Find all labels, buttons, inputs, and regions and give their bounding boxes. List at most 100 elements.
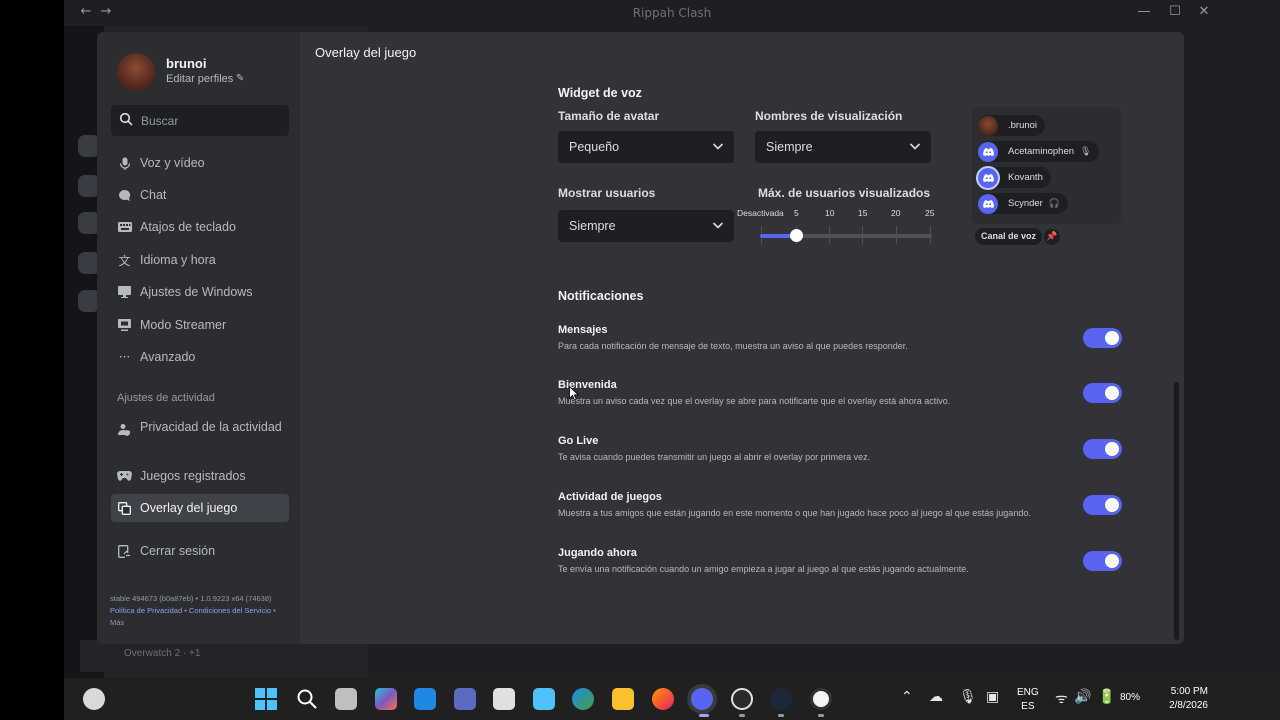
now-playing-toggle[interactable]: [1083, 551, 1122, 571]
slider-thumb[interactable]: [790, 229, 803, 242]
sidebar-item-label: Cerrar sesión: [140, 544, 216, 558]
sidebar-item-windows-settings[interactable]: Ajustes de Windows: [111, 278, 289, 306]
search-input[interactable]: [141, 111, 281, 130]
copilot-icon[interactable]: [375, 688, 397, 710]
user-panel: Overwatch 2 · +1: [80, 640, 368, 672]
sidebar-item-registered-games[interactable]: Juegos registrados: [111, 462, 289, 490]
language-indicator[interactable]: ENG ES: [1017, 686, 1039, 714]
sidebar-item-advanced[interactable]: ··· Avanzado: [111, 343, 289, 371]
edit-profiles-link[interactable]: Editar perfiles: [166, 73, 233, 85]
welcome-toggle[interactable]: [1083, 383, 1122, 403]
overwatch-icon[interactable]: [810, 688, 832, 710]
sidebar-item-streamer-mode[interactable]: Modo Streamer: [111, 311, 289, 339]
avatar-size-select[interactable]: Pequeño: [558, 131, 734, 163]
sidebar-item-label: Voz y vídeo: [140, 156, 205, 170]
search-taskbar-icon[interactable]: [296, 688, 318, 710]
app-icon[interactable]: [414, 688, 436, 710]
voice-widget-title: Widget de voz: [558, 86, 642, 100]
notification-title: Bienvenida: [558, 379, 617, 391]
go-live-toggle[interactable]: [1083, 439, 1122, 459]
notification-desc: Te envía una notificación cuando un amig…: [558, 564, 969, 574]
chevron-down-icon: [712, 222, 724, 229]
mouse-cursor-icon: [569, 386, 579, 401]
activity-settings-header: Ajustes de actividad: [117, 392, 215, 404]
sidebar-item-chat[interactable]: Chat: [111, 181, 289, 209]
volume-icon[interactable]: 🔊: [1074, 689, 1091, 705]
window-title: Rippah Clash: [632, 6, 712, 20]
overlay-icon: [117, 501, 132, 516]
firefox-icon[interactable]: [652, 688, 674, 710]
deafened-headset-icon: 🎧: [1048, 198, 1061, 209]
sidebar-item-label: Overlay del juego: [140, 501, 238, 515]
running-indicator: [739, 714, 745, 717]
pin-icon[interactable]: 📌: [1044, 229, 1060, 245]
sidebar-item-label: Privacidad de la actividad: [140, 420, 282, 434]
chevron-down-icon: [712, 143, 724, 150]
teams-icon[interactable]: [454, 688, 476, 710]
preview-user-row: Kovanth: [978, 167, 1051, 188]
notification-desc: Muestra a tus amigos que están jugando e…: [558, 508, 1031, 518]
select-value: Pequeño: [569, 140, 620, 154]
display-names-select[interactable]: Siempre: [755, 131, 931, 163]
notification-title: Mensajes: [558, 324, 608, 336]
battery-icon[interactable]: 🔋: [1098, 689, 1115, 705]
messages-toggle[interactable]: [1083, 328, 1122, 348]
sidebar-item-game-overlay[interactable]: Overlay del juego: [111, 494, 289, 522]
display-icon[interactable]: ▣: [986, 689, 999, 705]
store-icon[interactable]: [493, 688, 515, 710]
sidebar-item-label: Juegos registrados: [140, 469, 246, 483]
sidebar-item-voice-video[interactable]: Voz y vídeo: [111, 149, 289, 177]
search-box[interactable]: [111, 105, 289, 136]
sidebar-item-language[interactable]: 文 Idioma y hora: [111, 246, 289, 274]
privacy-link[interactable]: Política de Privacidad: [110, 606, 182, 615]
task-view-icon[interactable]: [335, 688, 357, 710]
build-string: stable 494673 (b0a87eb) • 1.0.9223 x64 (…: [110, 594, 272, 603]
microphone-icon: [117, 156, 132, 171]
preview-user-row: .brunoi: [978, 115, 1046, 136]
running-indicator: [778, 714, 784, 717]
steam-icon[interactable]: [770, 688, 792, 710]
chevron-down-icon: [909, 143, 921, 150]
voice-channel-label: Canal de voz: [975, 228, 1043, 245]
logout-icon: [117, 544, 132, 559]
clock[interactable]: 5:00 PM 2/8/2026: [1152, 685, 1208, 713]
weather-icon[interactable]: [83, 688, 105, 710]
file-explorer-icon[interactable]: [612, 688, 634, 710]
running-indicator: [818, 714, 824, 717]
avatar[interactable]: [117, 53, 155, 91]
slider-tick-label: 25: [925, 208, 935, 218]
discord-logo-icon: [978, 193, 998, 214]
sidebar-item-logout[interactable]: Cerrar sesión: [111, 537, 289, 565]
windows-start-icon[interactable]: [255, 688, 277, 710]
discord-logo-icon: [978, 141, 998, 162]
slider-tick-label: 20: [891, 208, 901, 218]
scrollbar[interactable]: [1174, 382, 1179, 640]
left-border: [0, 0, 64, 720]
time: 5:00 PM: [1170, 686, 1208, 697]
close-window-icon[interactable]: ✕: [1194, 4, 1214, 22]
search-icon: [119, 112, 133, 126]
minimize-icon[interactable]: —: [1134, 4, 1154, 22]
discord-taskbar-icon[interactable]: [691, 688, 713, 710]
chevron-up-icon[interactable]: ⌃: [901, 689, 913, 705]
notification-title: Go Live: [558, 435, 599, 447]
preview-user-name: Acetaminophen: [1008, 146, 1075, 157]
obs-icon[interactable]: [731, 688, 753, 710]
edge-icon[interactable]: [572, 688, 594, 710]
sidebar-item-activity-privacy[interactable]: Privacidad de la actividad: [111, 417, 289, 453]
preview-user-row: Scynder 🎧: [978, 193, 1069, 214]
microphone-icon[interactable]: 🎙: [959, 689, 977, 705]
app-icon[interactable]: [533, 688, 555, 710]
maximize-icon[interactable]: ☐: [1165, 4, 1185, 22]
game-activity-toggle[interactable]: [1083, 495, 1122, 515]
pencil-icon[interactable]: ✎: [236, 73, 244, 84]
toggle-knob: [1105, 442, 1119, 456]
more-link[interactable]: Más: [110, 618, 124, 627]
sidebar-item-keybinds[interactable]: Atajos de teclado: [111, 213, 289, 241]
onedrive-icon[interactable]: ☁: [929, 689, 943, 705]
max-users-slider[interactable]: [760, 234, 932, 238]
discord-logo-icon: [978, 167, 998, 188]
battery-percent: 80%: [1120, 692, 1141, 703]
terms-link[interactable]: Condiciones del Servicio: [189, 606, 271, 615]
wifi-icon[interactable]: ᯤ: [1055, 689, 1068, 708]
